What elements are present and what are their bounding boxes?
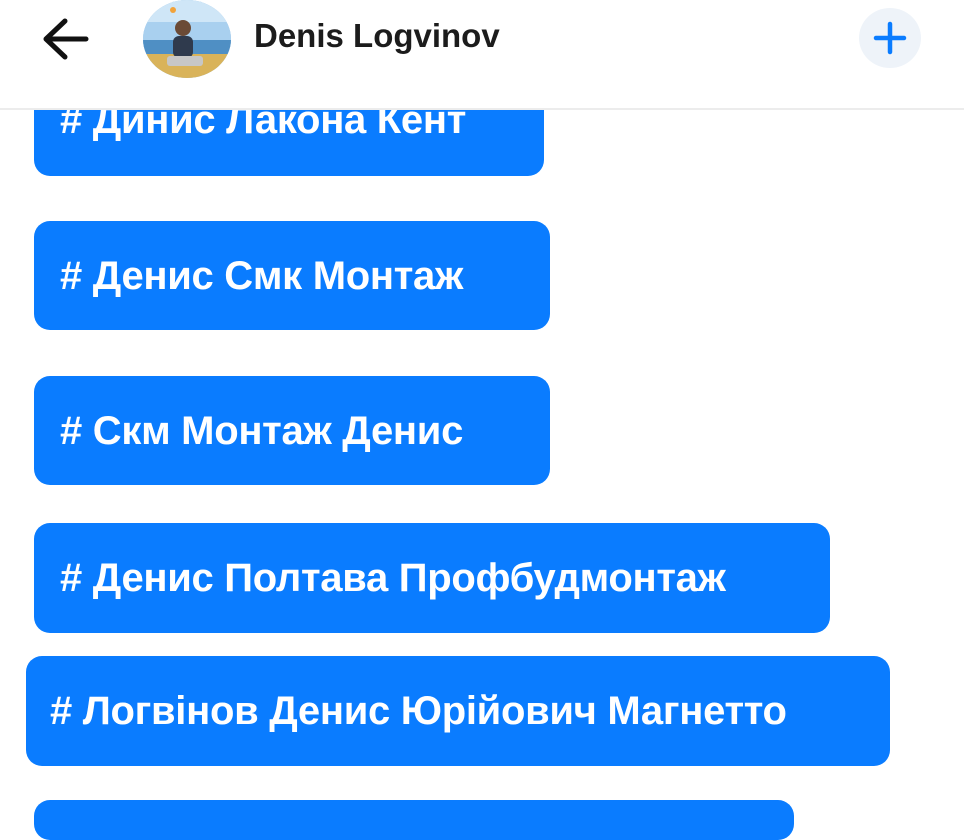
hashtag-chip[interactable]: # Денис Смк Монтаж — [34, 221, 550, 330]
hashtag-chip[interactable]: # Скм Монтаж Денис — [34, 376, 550, 485]
hashtag-chip-label: # Логвінов Денис Юрійович Магнетто — [50, 689, 787, 733]
arrow-left-icon — [43, 18, 89, 60]
profile-name[interactable]: Denis Logvinov — [254, 14, 500, 58]
avatar[interactable] — [143, 0, 231, 78]
hashtag-chip[interactable]: # Логвінов Денис Юрійович Магнетто — [26, 656, 890, 766]
back-button[interactable] — [38, 14, 94, 64]
hashtag-chip-partial[interactable] — [34, 800, 794, 840]
profile-photo — [143, 0, 231, 78]
hashtag-chip-label: # Денис Полтава Профбудмонтаж — [60, 556, 726, 600]
top-bar: Denis Logvinov — [0, 0, 964, 110]
plus-icon — [873, 21, 907, 55]
hashtag-chip-label: # Скм Монтаж Денис — [60, 408, 464, 453]
hashtag-chip[interactable]: # Денис Полтава Профбудмонтаж — [34, 523, 830, 633]
hashtag-chip-label: # Денис Смк Монтаж — [60, 253, 464, 298]
add-button[interactable] — [859, 8, 921, 68]
